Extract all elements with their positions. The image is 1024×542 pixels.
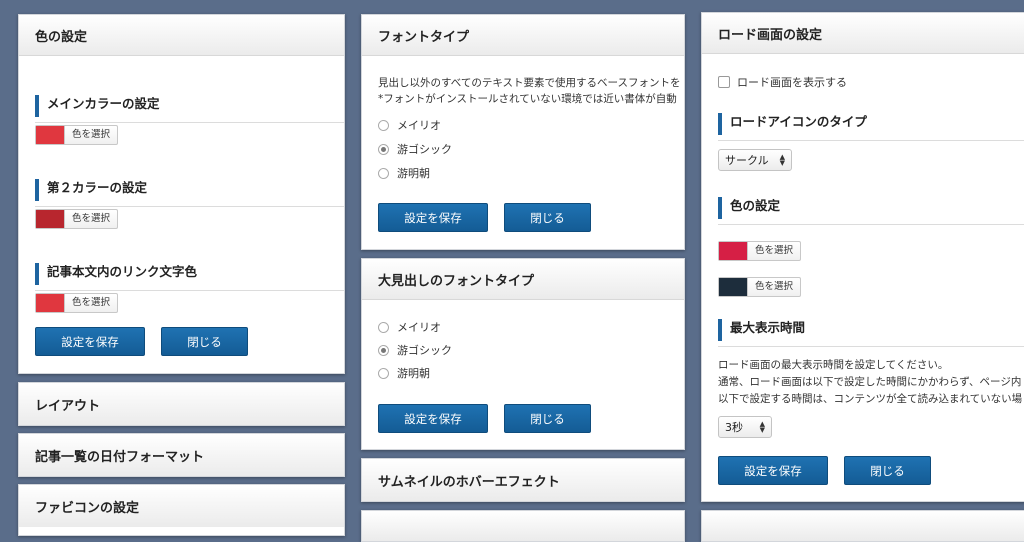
max-time-desc-2: 通常、ロード画面は以下で設定した時間にかかわらず、ページ内 [718, 376, 1022, 388]
font-option-label: メイリオ [397, 321, 441, 334]
font-option-yumincho[interactable]: 游明朝 [378, 165, 430, 181]
max-time-heading: 最大表示時間 [718, 319, 1024, 347]
layout-panel[interactable]: レイアウト [18, 382, 345, 426]
show-loading-label: ロード画面を表示する [737, 76, 847, 89]
font-option-label: 游明朝 [397, 367, 430, 380]
date-format-panel[interactable]: 記事一覧の日付フォーマット [18, 433, 345, 477]
next-panel-header [362, 511, 684, 541]
second-color-heading: 第２カラーの設定 [35, 179, 344, 207]
close-button[interactable]: 閉じる [504, 203, 591, 232]
main-color-picker[interactable]: 色を選択 [35, 125, 119, 145]
second-color-picker[interactable]: 色を選択 [35, 209, 119, 229]
font-type-panel: フォントタイプ 見出し以外のすべてのテキスト要素で使用するベースフォントを *フ… [361, 14, 685, 250]
favicon-panel[interactable]: ファビコンの設定 [18, 484, 345, 536]
loading-color-pick-label-2: 色を選択 [755, 281, 794, 292]
select-arrows-icon: ▲ ▼ [759, 420, 765, 434]
loading-color-swatch-1 [719, 242, 748, 260]
show-loading-checkbox[interactable]: ロード画面を表示する [718, 74, 847, 90]
font-option-label: 游ゴシック [397, 344, 452, 357]
main-color-swatch [36, 126, 65, 144]
color-settings-title: 色の設定 [19, 15, 344, 56]
radio-checked-icon [378, 143, 389, 155]
font-type-desc-2: *フォントがインストールされていない環境では近い書体が自動 [378, 93, 677, 105]
loading-screen-panel: ロード画面の設定 ロード画面を表示する ロードアイコンのタイプ サークル ▲ ▼ … [701, 12, 1024, 502]
close-button[interactable]: 閉じる [844, 456, 931, 485]
thumbnail-hover-title: サムネイルのホバーエフェクト [362, 459, 684, 501]
heading-font-option-yugothic[interactable]: 游ゴシック [378, 342, 452, 358]
font-type-desc-1: 見出し以外のすべてのテキスト要素で使用するベースフォントを [378, 77, 681, 89]
radio-icon [378, 167, 389, 179]
checkbox-icon [718, 76, 730, 88]
select-arrows-icon: ▲ ▼ [779, 153, 785, 167]
color-settings-panel: 色の設定 メインカラーの設定 色を選択 第２カラーの設定 色を選択 記事本文内の… [18, 14, 345, 374]
loading-color-picker-2[interactable]: 色を選択 [718, 277, 802, 297]
link-color-heading: 記事本文内のリンク文字色 [35, 263, 344, 291]
icon-type-select[interactable]: サークル ▲ ▼ [718, 149, 792, 171]
second-color-pick-label: 色を選択 [72, 213, 111, 224]
link-color-swatch [36, 294, 65, 312]
layout-title: レイアウト [19, 383, 344, 425]
loading-color-heading: 色の設定 [718, 197, 1024, 225]
favicon-title: ファビコンの設定 [19, 485, 344, 527]
close-button[interactable]: 閉じる [161, 327, 248, 356]
font-option-yugothic[interactable]: 游ゴシック [378, 141, 452, 157]
loading-color-picker-1[interactable]: 色を選択 [718, 241, 802, 261]
heading-font-option-meiryo[interactable]: メイリオ [378, 319, 441, 335]
close-button[interactable]: 閉じる [504, 404, 591, 433]
radio-icon [378, 367, 389, 379]
icon-type-heading: ロードアイコンのタイプ [718, 113, 1024, 141]
save-button[interactable]: 設定を保存 [718, 456, 828, 485]
heading-font-panel: 大見出しのフォントタイプ メイリオ 游ゴシック 游明朝 設定を保存 閉じる [361, 258, 685, 450]
font-type-title: フォントタイプ [362, 15, 684, 56]
radio-icon [378, 321, 389, 333]
loading-color-pick-label-1: 色を選択 [755, 245, 794, 256]
max-time-desc-1: ロード画面の最大表示時間を設定してください。 [718, 359, 949, 371]
link-color-pick-label: 色を選択 [72, 297, 111, 308]
second-color-swatch [36, 210, 65, 228]
next-panel-edge-right [701, 510, 1024, 542]
font-option-meiryo[interactable]: メイリオ [378, 117, 441, 133]
radio-checked-icon [378, 344, 389, 356]
save-button[interactable]: 設定を保存 [378, 203, 488, 232]
loading-screen-title: ロード画面の設定 [702, 13, 1024, 54]
next-panel-edge [361, 510, 685, 542]
main-color-heading: メインカラーの設定 [35, 95, 344, 123]
max-time-select[interactable]: 3秒 ▲ ▼ [718, 416, 772, 438]
save-button[interactable]: 設定を保存 [35, 327, 145, 356]
link-color-picker[interactable]: 色を選択 [35, 293, 119, 313]
heading-font-option-yumincho[interactable]: 游明朝 [378, 365, 430, 381]
font-option-label: メイリオ [397, 119, 441, 132]
loading-color-swatch-2 [719, 278, 748, 296]
date-format-title: 記事一覧の日付フォーマット [19, 434, 344, 476]
font-option-label: 游ゴシック [397, 143, 452, 156]
radio-icon [378, 119, 389, 131]
max-time-desc-3: 以下で設定する時間は、コンテンツが全て読み込まれていない場 [718, 393, 1023, 405]
heading-font-title: 大見出しのフォントタイプ [362, 259, 684, 300]
icon-type-value: サークル [725, 154, 769, 167]
main-color-pick-label: 色を選択 [72, 129, 111, 140]
next-panel-header-right [702, 511, 1024, 541]
font-option-label: 游明朝 [397, 167, 430, 180]
thumbnail-hover-panel[interactable]: サムネイルのホバーエフェクト [361, 458, 685, 502]
save-button[interactable]: 設定を保存 [378, 404, 488, 433]
max-time-value: 3秒 [725, 421, 743, 434]
